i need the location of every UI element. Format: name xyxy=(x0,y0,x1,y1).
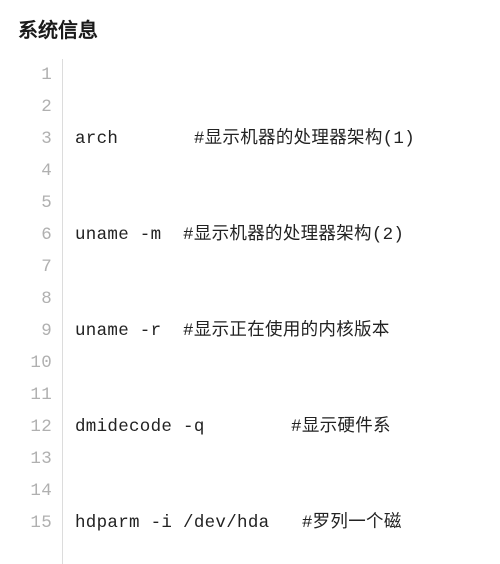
code-line: hdparm -i /dev/hda #罗列一个磁 xyxy=(75,507,415,539)
line-number: 1 xyxy=(14,59,52,91)
line-number: 10 xyxy=(14,347,52,379)
line-number: 7 xyxy=(14,251,52,283)
line-number: 9 xyxy=(14,315,52,347)
line-number-gutter: 1 2 3 4 5 6 7 8 9 10 11 12 13 14 15 xyxy=(14,59,62,564)
line-number: 3 xyxy=(14,123,52,155)
code-block: 1 2 3 4 5 6 7 8 9 10 11 12 13 14 15 arch… xyxy=(14,59,492,564)
line-number: 5 xyxy=(14,187,52,219)
page: 系统信息 1 2 3 4 5 6 7 8 9 10 11 12 13 14 15… xyxy=(0,0,500,564)
line-number: 13 xyxy=(14,443,52,475)
line-number: 15 xyxy=(14,507,52,539)
line-number: 14 xyxy=(14,475,52,507)
code-line: dmidecode -q #显示硬件系 xyxy=(75,411,415,443)
section-heading: 系统信息 xyxy=(18,14,492,43)
code-line: arch #显示机器的处理器架构(1) xyxy=(75,123,415,155)
code-lines: arch #显示机器的处理器架构(1) uname -m #显示机器的处理器架构… xyxy=(62,59,415,564)
code-line: uname -m #显示机器的处理器架构(2) xyxy=(75,219,415,251)
line-number: 6 xyxy=(14,219,52,251)
line-number: 2 xyxy=(14,91,52,123)
line-number: 8 xyxy=(14,283,52,315)
line-number: 11 xyxy=(14,379,52,411)
code-line: uname -r #显示正在使用的内核版本 xyxy=(75,315,415,347)
line-number: 12 xyxy=(14,411,52,443)
line-number: 4 xyxy=(14,155,52,187)
